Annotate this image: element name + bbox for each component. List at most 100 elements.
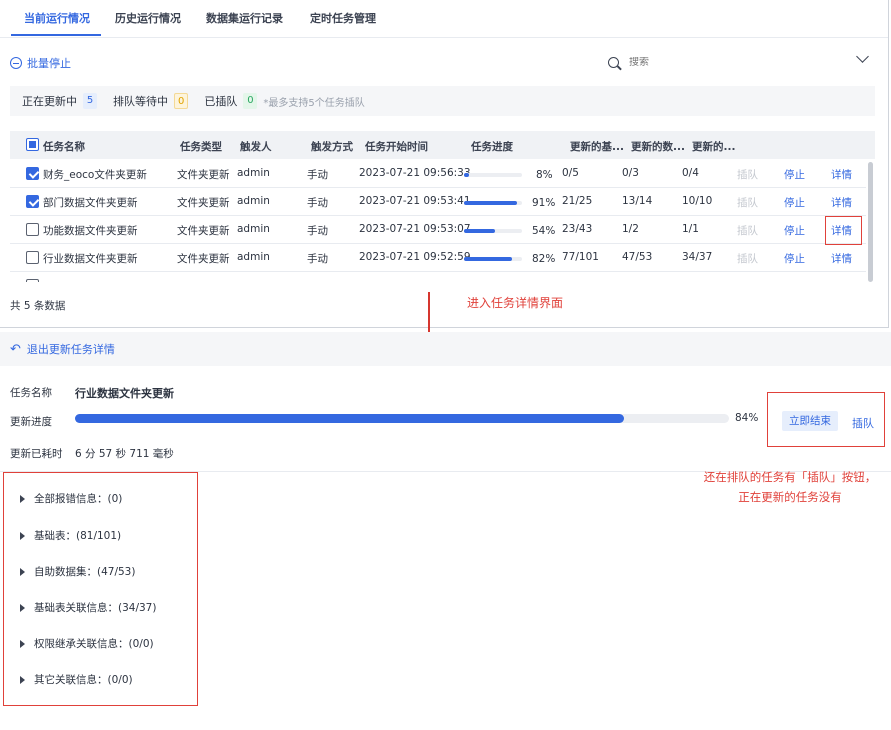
task-type: 文件夹更新 [177,253,230,265]
detail-link[interactable]: 详情 [831,195,852,210]
back-arrow-icon: ↶ [10,341,21,357]
elapsed-value: 6 分 57 秒 711 毫秒 [75,448,174,460]
detail-link-highlight [825,216,862,245]
trigger-user: admin [237,167,270,179]
table-row [10,272,866,282]
queue-link: 插队 [737,225,758,237]
batch-stop-label: 批量停止 [27,57,71,70]
trigger-user: admin [237,195,270,207]
updated-data: 1/2 [622,223,639,235]
queue-link: 插队 [737,253,758,265]
updated-data: 0/3 [622,167,639,179]
stop-link[interactable]: 停止 [784,167,805,182]
progress-track [464,173,522,177]
detail-progress-fill [75,414,625,423]
updated-other: 0/4 [682,167,699,179]
minus-circle-icon [10,57,22,69]
search-icon [608,56,619,68]
start-time: 2023-07-21 09:52:59 [359,251,471,263]
annotation-enter-detail: 进入任务详情界面 [467,296,564,310]
col-progress: 任务进度 [471,141,513,153]
search-box[interactable] [608,51,874,73]
task-name: 财务_eoco文件夹更新 [43,169,147,181]
task-name: 部门数据文件夹更新 [43,197,138,209]
row-checkbox[interactable] [26,223,39,236]
col-trigger-mode: 触发方式 [311,141,353,153]
task-type: 文件夹更新 [177,197,230,209]
tab-divider [0,37,888,38]
tab-current-runs[interactable]: 当前运行情况 [24,10,90,26]
annotation-queue-note: 还在排队的任务有「插队」按钮，正在更新的任务没有 [703,470,877,504]
col-updated-other: 更新的... [692,141,736,153]
task-name-value: 行业数据文件夹更新 [75,387,174,400]
status-inserted-count: 0 [243,93,258,109]
table-row: 财务_eoco文件夹更新 文件夹更新 admin 手动 2023-07-21 0… [10,160,866,188]
trigger-mode: 手动 [307,225,328,237]
progress-text: 54% [532,225,556,237]
tab-scheduled-tasks[interactable]: 定时任务管理 [310,10,376,26]
row-checkbox[interactable] [26,279,39,282]
trigger-user: admin [237,251,270,263]
detail-link[interactable]: 详情 [831,251,852,266]
status-updating: 正在更新中 5 [22,93,97,109]
status-waiting-label: 排队等待中 [113,95,168,108]
row-checkbox[interactable] [26,167,39,180]
updated-data: 47/53 [622,251,653,263]
task-type: 文件夹更新 [177,225,230,237]
table-scrollbar[interactable] [868,162,873,282]
progress-label: 更新进度 [10,416,52,428]
trigger-mode: 手动 [307,169,328,181]
batch-stop-button[interactable]: 批量停止 [10,55,71,71]
progress-fill [464,201,517,205]
col-task-type: 任务类型 [180,141,222,153]
col-task-name: 任务名称 [43,141,85,153]
active-tab-indicator [11,34,101,36]
table-row: 功能数据文件夹更新 文件夹更新 admin 手动 2023-07-21 09:5… [10,216,866,244]
tab-dataset-run-log[interactable]: 数据集运行记录 [206,10,283,26]
updated-data: 13/14 [622,195,653,207]
start-time: 2023-07-21 09:56:33 [359,167,471,179]
detail-progress-text: 84% [735,412,759,424]
queue-link: 插队 [737,169,758,181]
status-inserted-label: 已插队 [204,95,238,108]
progress-track [464,201,522,205]
status-bar: 正在更新中 5 排队等待中 0 已插队 0 *最多支持5个任务插队 [10,86,875,116]
stop-link[interactable]: 停止 [784,195,805,210]
detail-link[interactable]: 详情 [831,167,852,182]
progress-text: 8% [536,169,553,181]
stop-link[interactable]: 停止 [784,251,805,266]
updated-base: 0/5 [562,167,579,179]
tab-history-runs[interactable]: 历史运行情况 [115,10,181,26]
row-checkbox[interactable] [26,195,39,208]
task-name: 行业数据文件夹更新 [43,253,138,265]
table-row: 部门数据文件夹更新 文件夹更新 admin 手动 2023-07-21 09:5… [10,188,866,216]
detail-progress-track [75,414,729,423]
updated-other: 1/1 [682,223,699,235]
exit-detail-label: 退出更新任务详情 [26,343,115,356]
col-trigger-user: 触发人 [240,141,272,153]
start-time: 2023-07-21 09:53:41 [359,195,471,207]
select-all-checkbox[interactable] [26,138,39,151]
stop-link[interactable]: 停止 [784,223,805,238]
task-name: 功能数据文件夹更新 [43,225,138,237]
status-waiting-count: 0 [174,93,189,109]
updated-base: 23/43 [562,223,593,235]
col-updated-base: 更新的基... [570,141,624,153]
updated-other: 10/10 [682,195,713,207]
exit-detail-button[interactable]: ↶ 退出更新任务详情 [0,332,891,366]
updated-base: 77/101 [562,251,599,263]
task-monitor-panel: 当前运行情况 历史运行情况 数据集运行记录 定时任务管理 批量停止 正在更新中 … [0,0,889,328]
col-start-time: 任务开始时间 [365,141,428,153]
col-updated-data: 更新的数... [631,141,685,153]
queue-link: 插队 [737,197,758,209]
progress-track [464,257,522,261]
start-time: 2023-07-21 09:53:07 [359,223,471,235]
total-count: 共 5 条数据 [10,300,66,312]
row-checkbox[interactable] [26,251,39,264]
status-inserted: 已插队 0 [204,93,258,109]
progress-fill [464,257,512,261]
status-updating-count: 5 [83,93,97,109]
updated-base: 21/25 [562,195,593,207]
search-input[interactable] [629,56,829,68]
progress-text: 91% [532,197,556,209]
